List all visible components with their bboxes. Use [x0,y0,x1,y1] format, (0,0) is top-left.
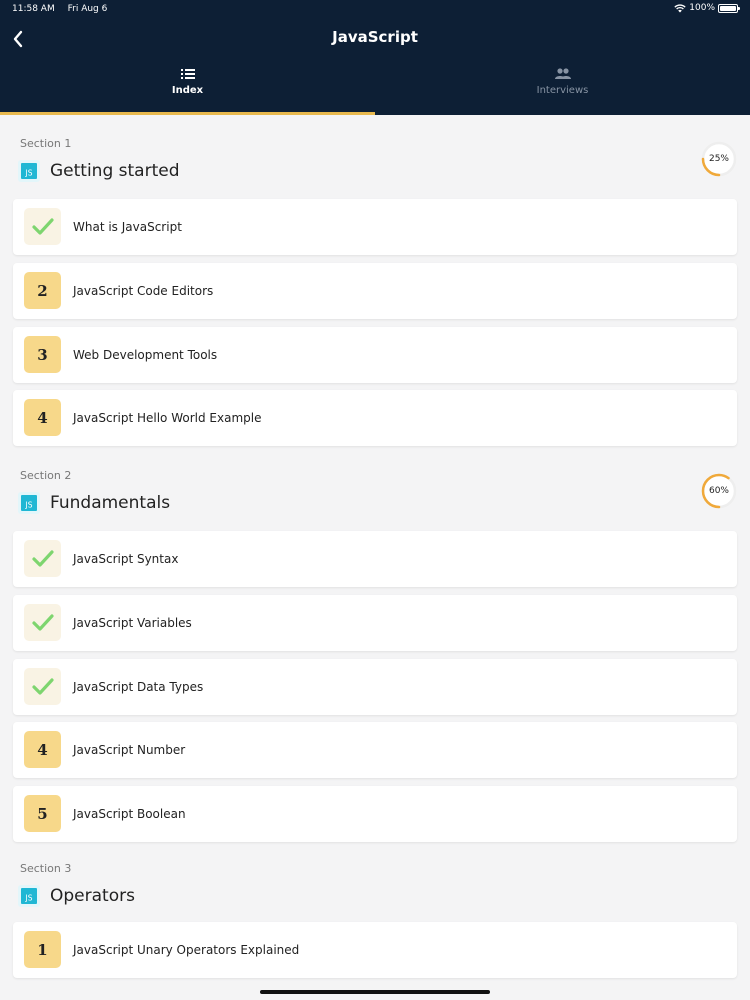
section-title: Operators [50,886,135,906]
lesson-item[interactable]: JavaScript Syntax [13,531,737,587]
section-label: Section 3 [20,862,72,875]
section-title: Fundamentals [50,493,171,513]
lesson-item[interactable]: JavaScript Data Types [13,659,737,715]
tab-index[interactable]: Index [0,62,375,115]
lesson-number-badge: 4 [24,399,61,436]
js-icon: JS [18,160,40,182]
lesson-item[interactable]: 2 JavaScript Code Editors [13,263,737,319]
lesson-item[interactable]: 4 JavaScript Number [13,722,737,778]
section-label: Section 1 [20,137,72,150]
lesson-number-badge: 5 [24,795,61,832]
lesson-title: JavaScript Code Editors [73,284,214,298]
lesson-completed-badge [24,604,61,641]
svg-text:JS: JS [25,169,33,178]
section-progress-ring: 60% [700,472,738,510]
active-tab-indicator [0,112,375,115]
lesson-title: JavaScript Syntax [73,552,179,566]
section-header: JS Fundamentals [18,492,170,514]
lesson-title: JavaScript Data Types [73,680,204,694]
svg-text:JS: JS [25,501,33,510]
lesson-title: JavaScript Variables [73,616,192,630]
js-icon: JS [18,885,40,907]
section-title: Getting started [50,161,180,181]
lesson-number-badge: 4 [24,731,61,768]
lesson-item[interactable]: What is JavaScript [13,199,737,255]
app-header: 11:58 AM Fri Aug 6 100% JavaScript Index [0,0,750,115]
lesson-number-badge: 3 [24,336,61,373]
lesson-title: JavaScript Hello World Example [73,411,262,425]
status-bar: 11:58 AM Fri Aug 6 100% [0,0,750,20]
checkmark-icon [31,549,54,567]
section-header: JS Operators [18,885,135,907]
section-progress-ring: 25% [700,140,738,178]
lesson-item[interactable]: 1 JavaScript Unary Operators Explained [13,922,737,978]
wifi-icon [674,3,686,12]
battery-level-fill [720,5,736,11]
lesson-item[interactable]: 3 Web Development Tools [13,327,737,383]
lesson-title: JavaScript Boolean [73,807,186,821]
status-date: Fri Aug 6 [67,4,108,14]
lesson-title: JavaScript Unary Operators Explained [73,943,300,957]
checkmark-icon [31,217,54,235]
section-label: Section 2 [20,469,72,482]
checkmark-icon [31,613,54,631]
lesson-item[interactable]: JavaScript Variables [13,595,737,651]
checkmark-icon [31,677,54,695]
battery-percent: 100% [689,3,715,13]
status-time: 11:58 AM [12,4,55,14]
list-icon [180,69,195,79]
section-progress-text: 60% [708,486,729,496]
lesson-number-badge: 2 [24,272,61,309]
lesson-completed-badge [24,540,61,577]
tab-interviews[interactable]: Interviews [375,62,750,115]
lesson-title: JavaScript Number [73,743,186,757]
lesson-title: Web Development Tools [73,348,218,362]
lesson-completed-badge [24,208,61,245]
lesson-completed-badge [24,668,61,705]
page-title: JavaScript [332,28,418,46]
svg-text:JS: JS [25,894,33,903]
people-icon [554,68,571,79]
tab-interviews-label: Interviews [536,85,589,96]
section-progress-text: 25% [708,154,729,164]
battery-icon [718,3,740,13]
section-header: JS Getting started [18,160,180,182]
lesson-title: What is JavaScript [73,220,182,234]
lesson-item[interactable]: 5 JavaScript Boolean [13,786,737,842]
lesson-item[interactable]: 4 JavaScript Hello World Example [13,390,737,446]
tab-index-label: Index [171,85,204,96]
lesson-number-badge: 1 [24,931,61,968]
js-icon: JS [18,492,40,514]
home-indicator [260,990,490,994]
